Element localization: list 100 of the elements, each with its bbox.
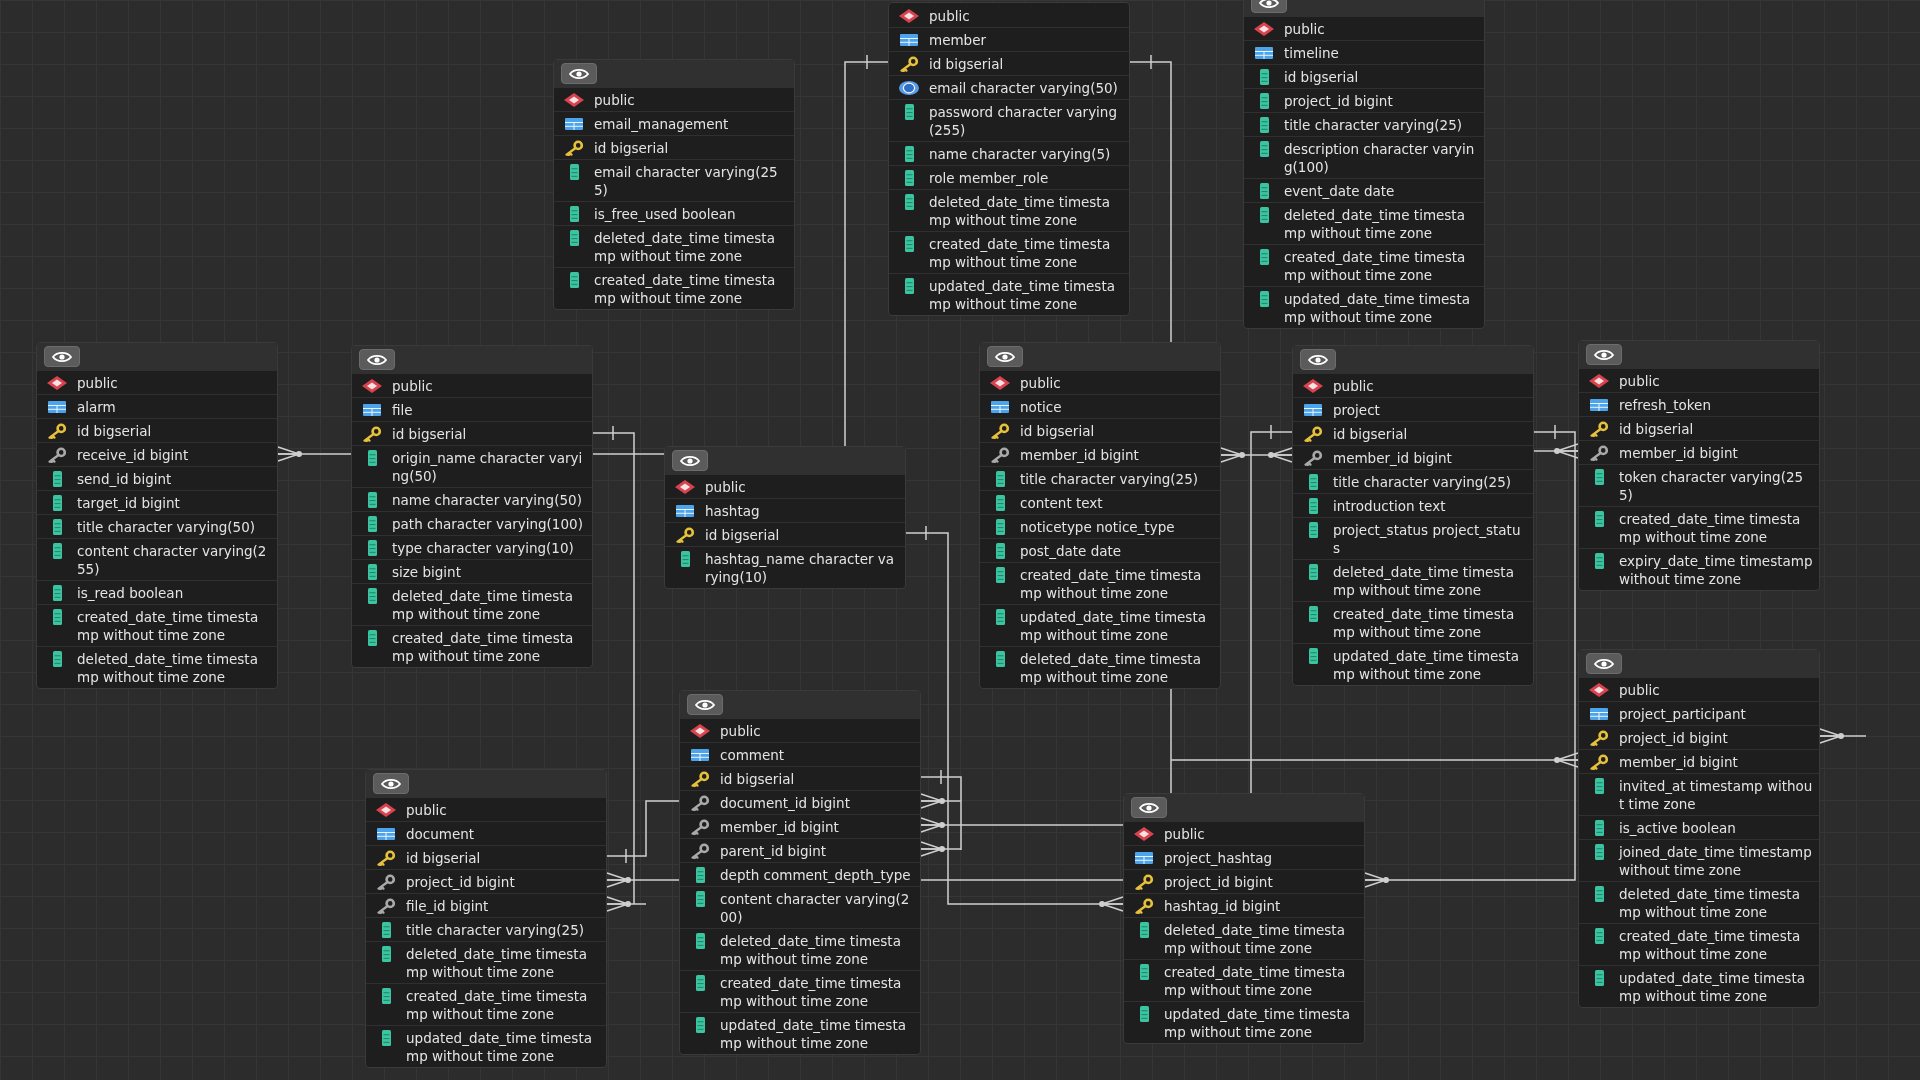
view-toggle-button[interactable]	[561, 63, 597, 84]
column-definition: id bigserial	[77, 422, 153, 440]
table-card[interactable]: public hashtag id bigserial hashtag_name character varying(10)	[664, 446, 906, 589]
column-definition: id bigserial	[392, 425, 468, 443]
schema-name: public	[1619, 372, 1661, 390]
column-definition: document_id bigint	[720, 794, 851, 812]
column-bar-icon	[1594, 553, 1604, 569]
schema-name: public	[1619, 681, 1661, 699]
eye-icon	[680, 454, 700, 467]
column-definition: expiry_date_time timestamp without time zone	[1619, 552, 1813, 588]
column-definition: content text	[1020, 494, 1104, 512]
column-definition: id bigserial	[720, 770, 796, 788]
table-card[interactable]	[1578, 649, 1820, 1008]
table-card[interactable]: public refresh_token id bigserial member_id bigint token character varying(255) created_date_time timestamp without time zone expiry_date_time timestamp without time zone	[1578, 340, 1820, 591]
diamond-icon	[690, 724, 710, 738]
table-grid-icon	[363, 404, 381, 416]
column-definition: is_read boolean	[77, 584, 185, 602]
diamond-icon	[362, 379, 382, 393]
schema-name: public	[720, 722, 762, 740]
table-name: hashtag	[705, 502, 761, 520]
column-bar-icon	[1594, 778, 1604, 794]
key-icon	[1303, 426, 1323, 442]
view-toggle-button[interactable]	[359, 349, 395, 370]
column-definition: noticetype notice_type	[1020, 518, 1176, 536]
column-bar-icon	[1594, 469, 1604, 485]
view-toggle-button[interactable]	[1300, 349, 1336, 370]
table-grid-icon	[48, 401, 66, 413]
column-bar-icon	[995, 609, 1005, 625]
column-bar-icon	[695, 933, 705, 949]
table-card[interactable]	[36, 342, 278, 689]
column-definition: event_date date	[1284, 182, 1396, 200]
column-definition: size bigint	[392, 563, 462, 581]
column-bar-icon	[381, 922, 391, 938]
view-toggle-button[interactable]	[1131, 797, 1167, 818]
column-definition: member_id bigint	[1333, 449, 1453, 467]
column-definition: created_date_time timestamp without time zone	[392, 629, 575, 665]
column-bar-icon	[52, 651, 62, 667]
table-card[interactable]	[365, 769, 607, 1068]
view-toggle-button[interactable]	[44, 346, 80, 367]
column-bar-icon	[1139, 922, 1149, 938]
column-bar-icon	[904, 194, 914, 210]
view-toggle-button[interactable]	[373, 773, 409, 794]
column-bar-icon	[367, 564, 377, 580]
table-name: file	[392, 401, 414, 419]
table-grid-icon	[691, 749, 709, 761]
column-definition: created_date_time timestamp without time zone	[1164, 963, 1347, 999]
schema-name: public	[929, 7, 971, 25]
table-grid-icon	[676, 505, 694, 517]
key-icon	[1589, 754, 1609, 770]
column-definition: created_date_time timestamp without time zone	[594, 271, 777, 307]
view-toggle-button[interactable]	[672, 450, 708, 471]
column-definition: member_id bigint	[720, 818, 840, 836]
column-definition: updated_date_time timestamp without time zone	[1164, 1005, 1351, 1041]
table-card[interactable]	[679, 690, 921, 1055]
key-icon	[376, 898, 396, 914]
column-bar-icon	[52, 495, 62, 511]
key-icon	[899, 56, 919, 72]
view-toggle-button[interactable]	[687, 694, 723, 715]
column-bar-icon	[695, 1017, 705, 1033]
circle-icon	[899, 81, 919, 95]
column-bar-icon	[695, 975, 705, 991]
view-toggle-button[interactable]	[1586, 653, 1622, 674]
column-bar-icon	[569, 272, 579, 288]
column-bar-icon	[1594, 886, 1604, 902]
table-card[interactable]	[979, 342, 1221, 689]
column-bar-icon	[367, 450, 377, 466]
column-definition: member_id bigint	[1619, 753, 1739, 771]
schema-name: public	[77, 374, 119, 392]
table-card[interactable]: public project_hashtag project_id bigint hashtag_id bigint deleted_date_time timestamp without time zone created_date_time timestamp without time zone updated_date_time timestamp without time zone	[1123, 793, 1365, 1044]
diamond-icon	[564, 93, 584, 107]
column-bar-icon	[52, 471, 62, 487]
column-bar-icon	[695, 891, 705, 907]
diamond-icon	[1134, 827, 1154, 841]
diamond-icon	[1303, 379, 1323, 393]
table-name: project	[1333, 401, 1381, 419]
column-definition: created_date_time timestamp without time zone	[1619, 510, 1802, 546]
column-definition: send_id bigint	[77, 470, 173, 488]
column-bar-icon	[1308, 474, 1318, 490]
column-definition: deleted_date_time timestamp without time zone	[1164, 921, 1346, 957]
column-bar-icon	[995, 651, 1005, 667]
view-toggle-button[interactable]	[987, 346, 1023, 367]
table-card[interactable]	[1243, 0, 1485, 329]
column-bar-icon	[1259, 249, 1269, 265]
table-card[interactable]	[888, 2, 1130, 316]
column-definition: token character varying(255)	[1619, 468, 1805, 504]
column-definition: created_date_time timestamp without time zone	[1619, 927, 1802, 963]
eye-icon	[381, 777, 401, 790]
view-toggle-button[interactable]	[1586, 344, 1622, 365]
table-card[interactable]	[351, 345, 593, 668]
table-card[interactable]: public email_management id bigserial email character varying(255) is_free_used boolean deleted_date_time timestamp without time zone created_date_time timestamp without time zone	[553, 59, 795, 310]
table-card[interactable]	[1292, 345, 1534, 686]
column-bar-icon	[1259, 117, 1269, 133]
column-definition: deleted_date_time timestamp without time zone	[392, 587, 574, 623]
column-definition: receive_id bigint	[77, 446, 190, 464]
column-definition: project_id bigint	[1284, 92, 1394, 110]
key-icon	[690, 795, 710, 811]
relationship-line	[1819, 728, 1867, 744]
column-definition: created_date_time timestamp without time zone	[406, 987, 589, 1023]
column-definition: hashtag_name character varying(10)	[705, 550, 896, 586]
diamond-icon	[990, 376, 1010, 390]
